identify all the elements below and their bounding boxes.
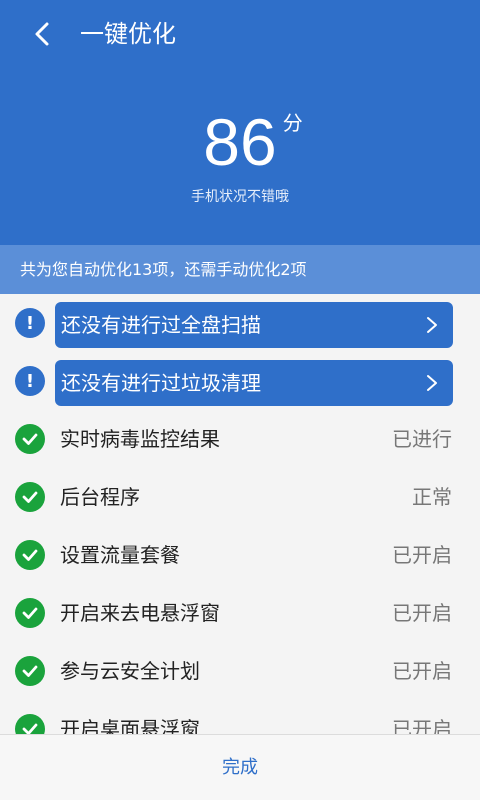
list-item: 设置流量套餐 已开启 — [0, 526, 480, 584]
check-icon — [15, 482, 45, 512]
footer-bar: 完成 — [0, 734, 480, 800]
action-item-junk-clean: ! 还没有进行过垃圾清理 — [0, 352, 480, 410]
item-label: 实时病毒监控结果 — [60, 427, 220, 451]
check-icon — [15, 540, 45, 570]
list-item: 开启桌面悬浮窗 已开启 — [0, 700, 480, 734]
action-label: 还没有进行过全盘扫描 — [61, 313, 261, 337]
score-display: 86 分 — [0, 102, 480, 182]
item-status: 正常 — [412, 485, 452, 509]
chevron-left-icon — [35, 22, 49, 46]
list-item: 参与云安全计划 已开启 — [0, 642, 480, 700]
score-unit: 分 — [282, 113, 303, 135]
check-icon — [15, 656, 45, 686]
item-label: 开启来去电悬浮窗 — [60, 601, 220, 625]
check-icon — [15, 714, 45, 734]
chevron-right-icon — [427, 375, 437, 391]
item-label: 开启桌面悬浮窗 — [60, 717, 200, 734]
item-status: 已开启 — [392, 717, 452, 734]
junk-clean-button[interactable]: 还没有进行过垃圾清理 — [55, 360, 453, 406]
score-value: 86 分 — [203, 105, 303, 179]
action-item-full-scan: ! 还没有进行过全盘扫描 — [0, 294, 480, 352]
status-text: 手机状况不错哦 — [191, 189, 289, 205]
action-label: 还没有进行过垃圾清理 — [61, 371, 261, 395]
list-item: 实时病毒监控结果 已进行 — [0, 410, 480, 468]
list-item: 开启来去电悬浮窗 已开启 — [0, 584, 480, 642]
check-icon — [15, 424, 45, 454]
done-button[interactable]: 完成 — [0, 735, 480, 800]
screen: 一键优化 86 分 手机状况不错哦 共为您自动优化13项，还需手动优化2项 ! 还… — [0, 0, 480, 800]
item-label: 参与云安全计划 — [60, 659, 200, 683]
item-status: 已开启 — [392, 659, 452, 683]
item-label: 后台程序 — [60, 485, 140, 509]
item-status: 已进行 — [392, 427, 452, 451]
back-button[interactable] — [22, 14, 62, 54]
item-status: 已开启 — [392, 543, 452, 567]
exclamation-icon: ! — [15, 366, 45, 396]
summary-banner: 共为您自动优化13项，还需手动优化2项 — [0, 245, 480, 294]
header: 一键优化 86 分 手机状况不错哦 — [0, 0, 480, 245]
full-scan-button[interactable]: 还没有进行过全盘扫描 — [55, 302, 453, 348]
page-title: 一键优化 — [80, 20, 176, 48]
list-item: 后台程序 正常 — [0, 468, 480, 526]
item-label: 设置流量套餐 — [60, 543, 180, 567]
optimization-list[interactable]: ! 还没有进行过全盘扫描 ! 还没有进行过垃圾清理 实时病毒监控结果 已进行 后… — [0, 294, 480, 734]
chevron-right-icon — [427, 317, 437, 333]
exclamation-icon: ! — [15, 308, 45, 338]
check-icon — [15, 598, 45, 628]
item-status: 已开启 — [392, 601, 452, 625]
